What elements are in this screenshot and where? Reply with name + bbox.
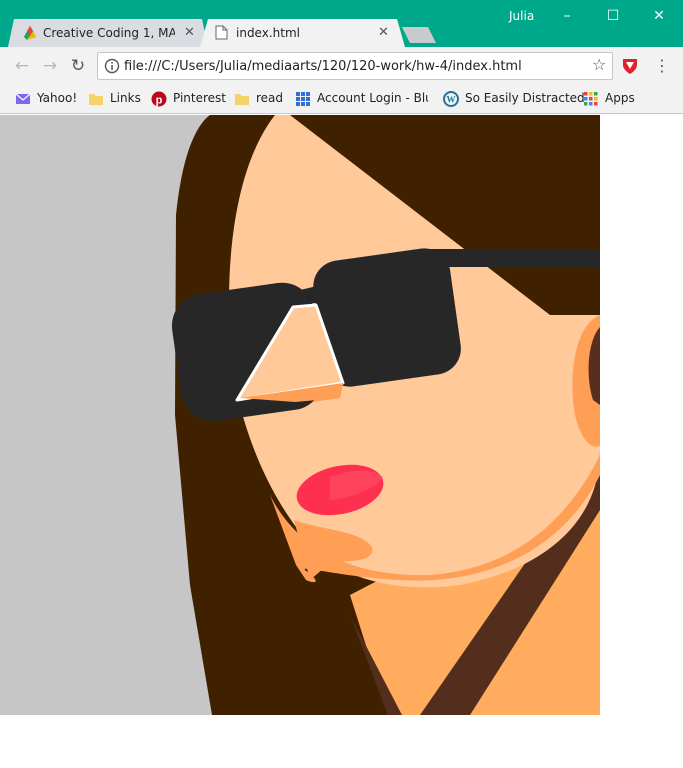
reload-button[interactable]: ↻ bbox=[68, 56, 88, 76]
tab-title: Creative Coding 1, MART bbox=[43, 26, 175, 40]
svg-text:W: W bbox=[447, 95, 456, 105]
grid-icon bbox=[296, 92, 310, 106]
forward-button[interactable]: → bbox=[40, 56, 60, 76]
close-window-button[interactable]: ✕ bbox=[636, 2, 682, 30]
profile-name[interactable]: Julia bbox=[509, 9, 534, 23]
close-tab-icon[interactable]: ✕ bbox=[184, 25, 195, 40]
info-icon bbox=[104, 58, 120, 74]
menu-icon[interactable]: ⋮ bbox=[654, 56, 670, 76]
folder-icon bbox=[235, 94, 249, 105]
portrait-canvas bbox=[0, 115, 600, 715]
title-bar: Creative Coding 1, MART ✕ index.html ✕ J… bbox=[0, 0, 683, 47]
page-viewport bbox=[0, 115, 683, 768]
drive-icon bbox=[24, 26, 36, 40]
back-button[interactable]: ← bbox=[12, 56, 32, 76]
new-tab-button[interactable] bbox=[402, 27, 436, 43]
tab-background bbox=[200, 19, 405, 47]
bookmarks-bar: Yahoo! Links p Pinterest read Account Lo… bbox=[0, 85, 683, 114]
tab-index-html[interactable]: index.html ✕ bbox=[200, 19, 405, 47]
shield-icon[interactable] bbox=[621, 57, 639, 75]
bookmark-star-icon[interactable]: ☆ bbox=[592, 55, 606, 74]
close-tab-icon[interactable]: ✕ bbox=[378, 25, 389, 40]
folder-icon bbox=[89, 94, 103, 105]
file-icon bbox=[215, 25, 228, 40]
minimize-button[interactable]: – bbox=[544, 2, 590, 30]
pinterest-icon: p bbox=[151, 91, 167, 107]
maximize-button[interactable]: ☐ bbox=[590, 2, 636, 30]
tab-creative-coding[interactable]: Creative Coding 1, MART ✕ bbox=[8, 19, 208, 47]
tab-title: index.html bbox=[236, 26, 300, 40]
url-text: file:///C:/Users/Julia/mediaarts/120/120… bbox=[124, 59, 522, 74]
svg-text:p: p bbox=[156, 95, 163, 107]
mail-icon bbox=[15, 93, 31, 104]
apps-icon bbox=[584, 92, 598, 106]
bookmark-account-login[interactable]: Account Login - Blue bbox=[295, 90, 428, 108]
address-bar[interactable]: file:///C:/Users/Julia/mediaarts/120/120… bbox=[97, 52, 613, 80]
wordpress-icon: W bbox=[443, 91, 459, 107]
